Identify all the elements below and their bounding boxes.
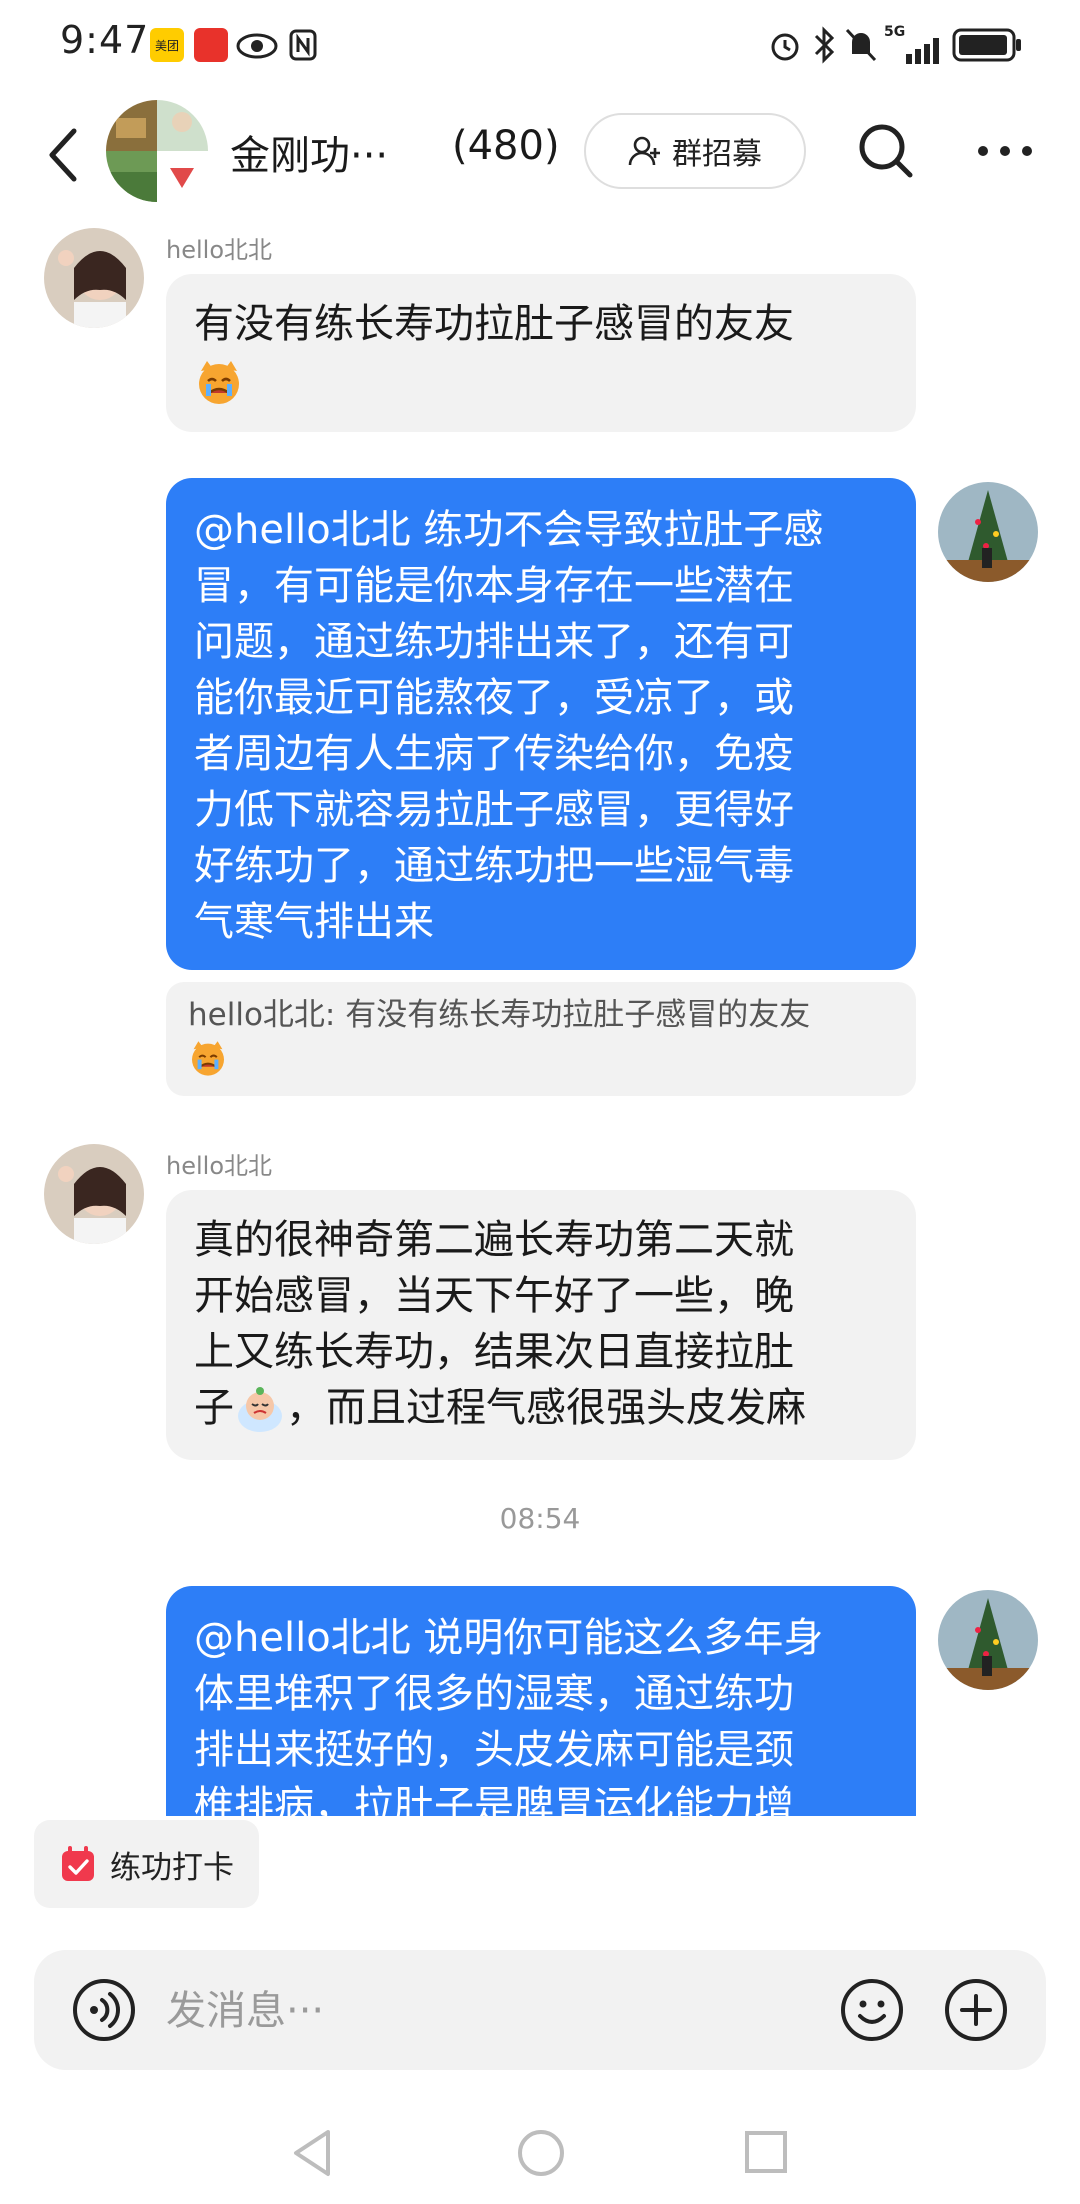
message-text-fragment: ，而且过程气感很强头皮发麻 (286, 1385, 806, 1431)
meituan-app-icon: 美团 (150, 28, 184, 62)
checkin-label: 练功打卡 (110, 1849, 234, 1886)
eye-icon (236, 33, 278, 59)
quoted-reply[interactable]: hello北北: 有没有练长寿功拉肚子感冒的友友 (166, 982, 916, 1096)
message-clip: @hello北北 说明你可能这么多年身 体里堆积了很多的湿寒，通过练功 排出来挺… (166, 1586, 916, 1816)
voice-input-icon[interactable] (72, 1978, 136, 2042)
message-bubble-incoming[interactable]: 真的很神奇第二遍长寿功第二天就 开始感冒，当天下午好了一些，晚 上又练长寿功，结… (166, 1190, 916, 1460)
recruit-label: 群招募 (672, 137, 762, 172)
red-app-icon (194, 28, 228, 62)
quoted-text: hello北北: 有没有练长寿功拉肚子感冒的友友 (188, 997, 811, 1033)
more-options-icon[interactable] (975, 143, 1035, 159)
message-bubble-outgoing[interactable]: @hello北北 说明你可能这么多年身 体里堆积了很多的湿寒，通过练功 排出来挺… (166, 1586, 916, 1816)
message-line: 好练功了，通过练功把一些湿气毒 (194, 843, 794, 889)
mute-bell-icon (845, 28, 877, 62)
alarm-icon (771, 33, 799, 61)
message-line: 子 ，而且过程气感很强头皮发麻 (194, 1380, 888, 1436)
message-line: 椎排病，拉肚子是脾胃运化能力增 (194, 1783, 794, 1816)
self-avatar[interactable] (938, 482, 1038, 582)
practice-checkin-button[interactable]: 练功打卡 (34, 1820, 259, 1908)
crying-face-emoji-icon (238, 1387, 282, 1432)
search-icon[interactable] (856, 121, 916, 181)
status-time: 9:47 (60, 18, 150, 62)
self-avatar[interactable] (938, 1590, 1038, 1690)
message-text-fragment: 子 (194, 1385, 234, 1431)
message-line: @hello北北 说明你可能这么多年身 (194, 1615, 824, 1661)
group-recruit-button[interactable]: 群招募 (584, 113, 806, 189)
message-line: 上又练长寿功，结果次日直接拉肚 (194, 1329, 794, 1375)
emoji-icon[interactable] (840, 1978, 904, 2042)
message-line: 问题，通过练功排出来了，还有可 (194, 619, 794, 665)
message-line: 能你最近可能熬夜了，受凉了，或 (194, 675, 794, 721)
message-line: 真的很神奇第二遍长寿功第二天就 (194, 1217, 794, 1263)
nfc-icon (289, 29, 317, 61)
message-text: 有没有练长寿功拉肚子感冒的友友 (194, 301, 794, 347)
group-name[interactable]: 金刚功··· (230, 123, 388, 181)
sender-name: hello北北 (166, 236, 272, 264)
member-count: (480) (452, 123, 560, 169)
calendar-check-icon (62, 1846, 94, 1881)
timestamp: 08:54 (499, 1502, 581, 1535)
cat-cry-emoji-icon (199, 361, 239, 404)
bluetooth-icon (814, 26, 835, 64)
message-bubble-outgoing[interactable]: @hello北北 练功不会导致拉肚子感 冒，有可能是你本身存在一些潜在 问题，通… (166, 478, 916, 970)
battery-icon (952, 28, 1021, 62)
system-nav-bar (0, 2110, 1080, 2204)
message-line: @hello北北 练功不会导致拉肚子感 (194, 507, 824, 553)
add-attachment-icon[interactable] (944, 1978, 1008, 2042)
message-line: 气寒气排出来 (194, 899, 434, 945)
cat-cry-emoji-icon (192, 1041, 224, 1076)
nav-home-icon[interactable] (516, 2128, 566, 2178)
nav-recents-icon[interactable] (744, 2130, 788, 2174)
message-bubble-incoming[interactable]: 有没有练长寿功拉肚子感冒的友友 (166, 274, 916, 432)
chat-header: 金刚功··· (480) 群招募 (0, 95, 1080, 215)
message-line: 冒，有可能是你本身存在一些潜在 (194, 563, 794, 609)
message-line: 开始感冒，当天下午好了一些，晚 (194, 1273, 794, 1319)
group-avatar[interactable] (106, 100, 208, 202)
message-line: 体里堆积了很多的湿寒，通过练功 (194, 1671, 794, 1717)
signal-icon (906, 38, 939, 64)
sender-name: hello北北 (166, 1152, 272, 1180)
sender-avatar[interactable] (44, 228, 144, 328)
add-person-icon (628, 136, 660, 166)
message-input[interactable] (164, 1980, 588, 2042)
message-line: 排出来挺好的，头皮发麻可能是颈 (194, 1727, 794, 1773)
sender-avatar[interactable] (44, 1144, 144, 1244)
message-line: 者周边有人生病了传染给你，免疫 (194, 731, 794, 777)
message-input-bar (34, 1950, 1046, 2070)
message-line: 力低下就容易拉肚子感冒，更得好 (194, 787, 794, 833)
status-bar: 9:47 美团 5G (0, 0, 1080, 90)
nav-back-icon[interactable] (290, 2128, 334, 2178)
back-arrow-icon[interactable] (40, 123, 86, 187)
